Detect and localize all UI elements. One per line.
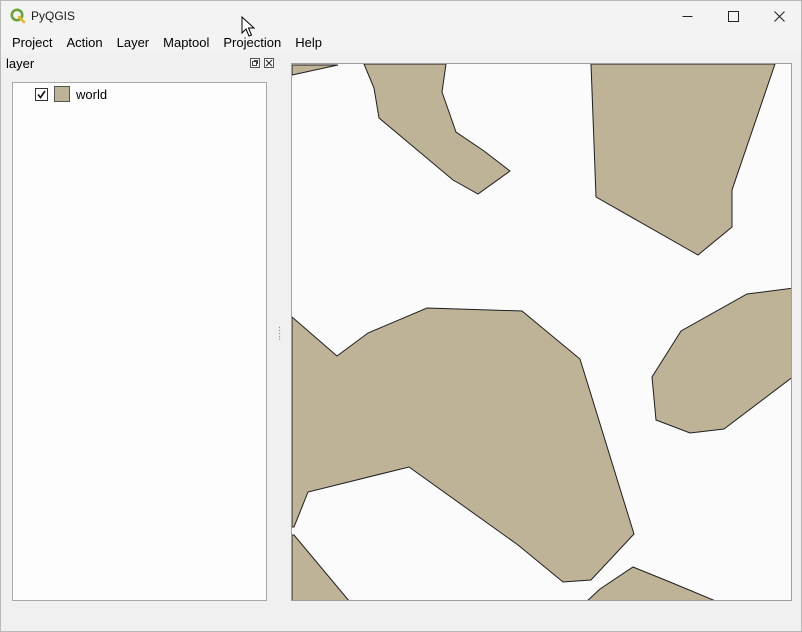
- splitter-handle[interactable]: [278, 326, 281, 340]
- menu-action[interactable]: Action: [59, 32, 109, 53]
- close-button[interactable]: [756, 1, 802, 32]
- window-title: PyQGIS: [31, 9, 76, 23]
- menu-project[interactable]: Project: [5, 32, 59, 53]
- map-polygon: [651, 287, 791, 434]
- menu-layer[interactable]: Layer: [110, 32, 157, 53]
- map-polygon: [292, 307, 635, 583]
- minimize-button[interactable]: [664, 1, 710, 32]
- maximize-button[interactable]: [710, 1, 756, 32]
- maximize-icon: [727, 11, 739, 22]
- float-icon: [252, 60, 258, 66]
- map-polygon: [292, 534, 349, 600]
- layer-symbol-swatch: [54, 86, 70, 102]
- map-polygon: [292, 64, 339, 76]
- dock-close-button[interactable]: [264, 58, 274, 68]
- layer-tree[interactable]: world: [12, 82, 267, 601]
- dock-float-button[interactable]: [250, 58, 260, 68]
- qgis-icon: [10, 8, 26, 24]
- layer-item-world[interactable]: world: [35, 85, 107, 103]
- dock-title: layer: [6, 56, 35, 71]
- map-canvas[interactable]: [291, 63, 792, 601]
- layer-name: world: [76, 86, 108, 102]
- minimize-icon: [682, 16, 692, 17]
- map-polygon: [363, 64, 511, 195]
- map-svg: [292, 64, 791, 600]
- map-polygon: [587, 566, 715, 600]
- menu-help[interactable]: Help: [288, 32, 329, 53]
- close-icon: [773, 11, 785, 22]
- close-icon: [265, 59, 273, 67]
- checkmark-icon: [37, 90, 46, 99]
- menu-maptool[interactable]: Maptool: [156, 32, 216, 53]
- layer-visibility-checkbox[interactable]: [35, 87, 48, 101]
- title-bar[interactable]: PyQGIS: [1, 1, 801, 32]
- mouse-cursor-icon: [241, 16, 255, 37]
- main-window: PyQGIS Project Action Layer Maptool Proj…: [0, 0, 802, 632]
- menu-bar: Project Action Layer Maptool Projection …: [1, 32, 801, 53]
- map-polygon: [590, 64, 776, 256]
